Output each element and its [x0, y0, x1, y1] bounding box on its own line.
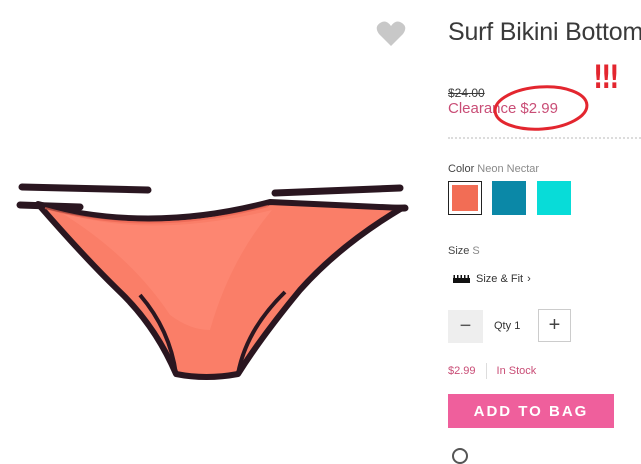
product-title: Surf Bikini Bottom	[448, 18, 641, 46]
size-fit-link[interactable]: Size & Fit ›	[453, 273, 531, 285]
ruler-icon	[453, 275, 470, 283]
swatch-neon-nectar[interactable]	[448, 181, 482, 215]
color-label: Color	[448, 163, 475, 175]
chevron-right-icon: ›	[527, 273, 531, 285]
partial-icon	[452, 448, 468, 464]
qty-increase-button[interactable]: +	[538, 309, 571, 342]
add-to-bag-button[interactable]: ADD TO BAG	[448, 394, 614, 428]
heart-icon[interactable]	[376, 20, 406, 48]
clearance-label: Clearance	[448, 100, 517, 117]
color-label-row: Color Neon Nectar	[448, 163, 539, 175]
clearance-price-row: Clearance $2.99	[448, 100, 558, 117]
clearance-price: $2.99	[520, 100, 558, 117]
color-value: Neon Nectar	[477, 163, 540, 175]
qty-value: 1	[514, 320, 521, 332]
stock-status: In Stock	[496, 365, 537, 377]
qty-decrease-button[interactable]: −	[448, 310, 483, 343]
price-divider	[448, 137, 641, 139]
swatch-teal[interactable]	[492, 181, 526, 215]
product-image	[16, 183, 409, 380]
qty-label: Qty	[494, 320, 512, 332]
stock-price: $2.99	[448, 365, 476, 377]
size-value: S	[472, 245, 480, 257]
qty-display: Qty 1	[494, 320, 520, 332]
size-label-row: Size S	[448, 245, 480, 257]
stock-row: $2.99 In Stock	[448, 363, 536, 379]
size-fit-label: Size & Fit	[476, 273, 524, 285]
swatch-aqua[interactable]	[537, 181, 571, 215]
original-price: $24.00	[448, 86, 485, 100]
size-label: Size	[448, 245, 470, 257]
stock-separator	[485, 363, 487, 379]
annotation-exclamation-marks: !!!	[593, 58, 619, 96]
